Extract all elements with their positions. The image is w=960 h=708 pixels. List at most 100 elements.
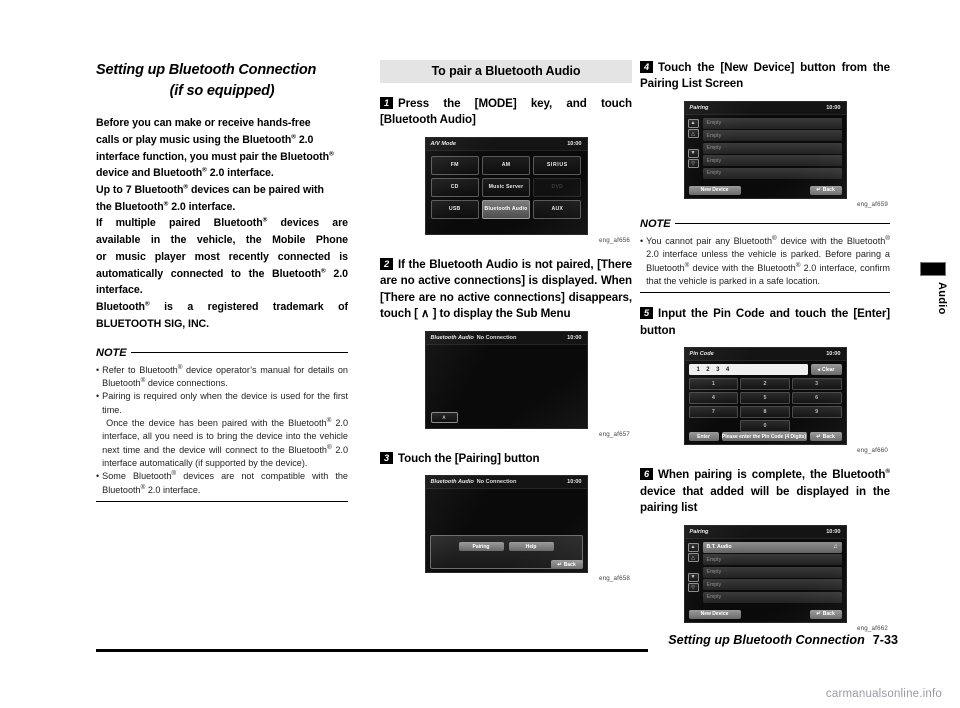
key-9[interactable]: 9	[791, 406, 842, 419]
head-unit-screen-bt-audio-submenu[interactable]: Bluetooth Audio No Connection 10:00 Pair…	[424, 475, 588, 574]
new-device-button[interactable]: New Device	[688, 185, 741, 195]
screen-clock: 10:00	[567, 479, 582, 486]
av-button-cd[interactable]: CD	[430, 177, 479, 197]
pin-hint-label: Please enter the Pin Code (4 Digits)	[721, 432, 807, 442]
pin-code-footer: Enter Please enter the Pin Code (4 Digit…	[688, 432, 842, 442]
back-button[interactable]: ↵ Back	[550, 560, 583, 570]
step-5-heading: 5 Input the Pin Code and touch the [Enter…	[640, 306, 890, 339]
chevron-up-icon[interactable]: ∧	[430, 411, 458, 423]
note-body: • Refer to Bluetooth® device operator’s …	[96, 364, 348, 498]
back-button[interactable]: ↵ Back	[809, 432, 842, 442]
list-item[interactable]: Empty	[702, 167, 842, 179]
figure-caption: eng_af660	[856, 447, 888, 455]
screen-title: Pin Code	[689, 351, 714, 358]
list-item[interactable]: B.T. Audio ♫	[702, 541, 842, 553]
list-item-label: Empty	[706, 556, 722, 563]
note-item: • You cannot pair any Bluetooth® device …	[640, 235, 890, 288]
scroll-up-icon[interactable]: △	[687, 553, 699, 563]
middle-column: To pair a Bluetooth Audio 1 Press the [MO…	[380, 60, 632, 582]
head-unit-screen-bt-audio-idle[interactable]: Bluetooth Audio No Connection 10:00 ∧	[424, 330, 588, 429]
clear-button[interactable]: ◂ Clear	[810, 364, 842, 376]
head-unit-screen-pairing-empty[interactable]: Pairing 10:00 ▲ △ ▼ ▽ Empty Empty Empty …	[683, 100, 847, 199]
list-item-label: Empty	[706, 569, 722, 576]
list-item[interactable]: Empty	[702, 591, 842, 603]
section-tab-label: Audio	[936, 282, 948, 315]
scroll-bottom-icon[interactable]: ▽	[687, 583, 699, 593]
step-2: 2 If the Bluetooth Audio is not paired, […	[380, 257, 632, 438]
figure-bt-audio-submenu: Bluetooth Audio No Connection 10:00 Pair…	[380, 475, 632, 582]
note-item-text: Some Bluetooth® devices are not compatib…	[102, 470, 348, 495]
av-button-aux[interactable]: AUX	[533, 199, 582, 219]
page-title-line2: (if so equipped)	[169, 83, 275, 100]
av-button-sirius[interactable]: SIRIUS	[533, 155, 582, 175]
list-item[interactable]: Empty	[702, 155, 842, 167]
step-4-text: Touch the [New Device] button from the P…	[640, 61, 890, 91]
scroll-down-icon[interactable]: ▼	[687, 148, 699, 158]
av-button-fm[interactable]: FM	[430, 155, 479, 175]
help-button[interactable]: Help	[508, 542, 554, 552]
figure-caption: eng_af662	[856, 624, 888, 632]
left-column: Setting up Bluetooth Connection (if so e…	[96, 60, 348, 503]
note-label: NOTE	[640, 217, 671, 230]
av-button-usb[interactable]: USB	[430, 199, 479, 219]
bullet-icon: •	[640, 235, 644, 246]
scroll-top-icon[interactable]: ▲	[687, 542, 699, 552]
figure-pin-code: Pin Code 10:00 1 2 3 4 ◂ Clear 1 2 3 4 5…	[640, 347, 890, 454]
intro-line: Bluetooth® is a registered trademark of	[96, 300, 348, 314]
head-unit-screen-av-mode[interactable]: A/V Mode 10:00 FM AM SIRIUS CD Music Ser…	[424, 136, 588, 235]
av-mode-button-grid: FM AM SIRIUS CD Music Server DVD USB Blu…	[426, 151, 587, 223]
list-item[interactable]: Empty	[702, 142, 842, 154]
new-device-button[interactable]: New Device	[688, 609, 741, 619]
pin-code-input[interactable]: 1 2 3 4	[688, 364, 808, 376]
key-0[interactable]: 0	[740, 420, 790, 433]
enter-button[interactable]: Enter	[688, 432, 719, 442]
key-8[interactable]: 8	[740, 406, 790, 419]
pin-code-body: 1 2 3 4 ◂ Clear 1 2 3 4 5 6 7 8 9 0 Ente…	[685, 361, 846, 444]
step-6-text: When pairing is complete, the Bluetooth®…	[640, 468, 890, 515]
note-item: • Refer to Bluetooth® device operator’s …	[96, 364, 348, 391]
scroll-bottom-icon[interactable]: ▽	[687, 159, 699, 169]
intro-line: interface function, you must pair the Bl…	[96, 149, 334, 163]
head-unit-screen-pairing-filled[interactable]: Pairing 10:00 ▲ △ ▼ ▽ B.T. Audio ♫ Empty…	[683, 524, 847, 623]
list-item[interactable]: Empty	[702, 117, 842, 129]
key-4[interactable]: 4	[688, 392, 739, 405]
key-1[interactable]: 1	[688, 378, 739, 391]
note-header: NOTE	[96, 347, 348, 359]
manual-page: Setting up Bluetooth Connection (if so e…	[0, 0, 960, 708]
list-item-label: Empty	[706, 157, 722, 164]
return-arrow-icon: ↵	[557, 561, 562, 568]
step-5-text: Input the Pin Code and touch the [Enter]…	[640, 307, 890, 337]
key-7[interactable]: 7	[688, 406, 739, 419]
list-item-label: Empty	[706, 120, 722, 127]
list-item[interactable]: Empty	[702, 579, 842, 591]
list-item-label: Empty	[706, 594, 722, 601]
av-button-music-server[interactable]: Music Server	[481, 177, 531, 197]
note-item-text: Pairing is required only when the device…	[102, 390, 348, 470]
scroll-top-icon[interactable]: ▲	[687, 118, 699, 128]
back-button[interactable]: ↵ Back	[809, 609, 842, 619]
back-button[interactable]: ↵ Back	[809, 185, 842, 195]
screen-body: ∧	[426, 345, 587, 428]
numeric-keypad: 1 2 3 4 5 6 7 8 9 0	[688, 378, 842, 433]
intro-line: interface.	[96, 284, 143, 297]
figure-pairing-filled: Pairing 10:00 ▲ △ ▼ ▽ B.T. Audio ♫ Empty…	[640, 524, 890, 632]
key-5[interactable]: 5	[740, 392, 790, 405]
key-2[interactable]: 2	[740, 378, 790, 391]
scroll-down-icon[interactable]: ▼	[687, 572, 699, 582]
pairing-button[interactable]: Pairing	[458, 542, 504, 552]
list-item[interactable]: Empty	[702, 130, 842, 142]
head-unit-screen-pin-code[interactable]: Pin Code 10:00 1 2 3 4 ◂ Clear 1 2 3 4 5…	[683, 347, 847, 446]
page-footer: Setting up Bluetooth Connection 7-33	[96, 633, 898, 652]
note-rule	[130, 352, 348, 354]
key-6[interactable]: 6	[791, 392, 842, 405]
pairing-list-wrap: ▲ △ ▼ ▽ Empty Empty Empty Empty Empty	[685, 115, 846, 185]
av-button-bluetooth-audio[interactable]: Bluetooth Audio	[481, 199, 531, 219]
bullet-icon: •	[96, 391, 100, 402]
list-item[interactable]: Empty	[702, 566, 842, 578]
step-3: 3 Touch the [Pairing] button Bluetooth Au…	[380, 451, 632, 582]
key-3[interactable]: 3	[791, 378, 842, 391]
av-button-am[interactable]: AM	[481, 155, 531, 175]
list-item[interactable]: Empty	[702, 554, 842, 566]
scroll-up-icon[interactable]: △	[687, 129, 699, 139]
step-number-badge: 1	[380, 97, 393, 109]
